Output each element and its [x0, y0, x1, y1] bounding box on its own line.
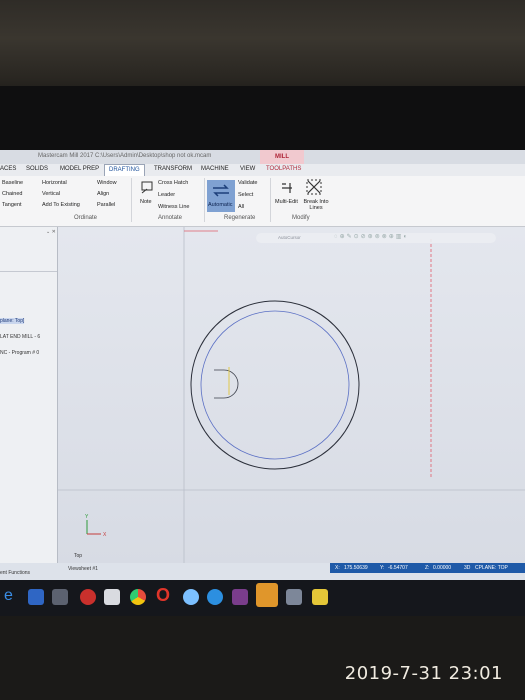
- chained-button[interactable]: Chained: [2, 191, 23, 197]
- tab-solids[interactable]: SOLIDS: [26, 166, 48, 172]
- tab-model-prep[interactable]: MODEL PREP: [60, 166, 99, 172]
- title-bar: Mastercam Mill 2017 C:\Users\Admin\Deskt…: [0, 150, 525, 164]
- add-to-existing-button[interactable]: Add To Existing: [42, 202, 80, 208]
- monitor-bezel: [0, 86, 525, 150]
- edge-icon[interactable]: e: [4, 587, 13, 605]
- leader-button[interactable]: Leader: [158, 192, 175, 198]
- drawing-canvas: Y X: [58, 227, 525, 565]
- store-icon[interactable]: [52, 589, 68, 605]
- toolpath-manager-panel: ⌄ ✕ plane: Top] LAT END MILL - 6 NC - Pr…: [0, 227, 58, 565]
- group-modify-label: Modify: [292, 215, 310, 221]
- tab-toolpaths[interactable]: TOOLPATHS: [266, 166, 301, 172]
- note-button[interactable]: Note: [140, 199, 152, 205]
- y-value: -6.54707: [388, 565, 408, 571]
- group-annotate-label: Annotate: [158, 215, 183, 221]
- note-icon: [141, 181, 153, 194]
- autocursor-toolbar[interactable]: AutoCursor ◌⊕✎⊙⊘⊛⊚⊗⊕▥◐: [256, 233, 496, 243]
- mastercam-taskbar-icon[interactable]: [256, 583, 278, 607]
- x-axis-label: X: [103, 532, 107, 538]
- windows-taskbar: e O: [0, 580, 525, 616]
- ribbon-tabs: ACES SOLIDS MODEL PREP DRAFTING TRANSFOR…: [0, 164, 525, 179]
- autocursor-label: AutoCursor: [278, 235, 301, 240]
- group-separator: [131, 178, 132, 222]
- cplane-indicator[interactable]: CPLANE: TOP: [475, 565, 508, 571]
- coordinate-readout: X: 175.50639 Y: -6.54707 Z: 0.00000 3D C…: [330, 563, 525, 573]
- window-button[interactable]: Window: [97, 180, 117, 186]
- slot-profile: [214, 369, 239, 399]
- horizontal-button[interactable]: Horizontal: [42, 180, 67, 186]
- group-separator: [270, 178, 271, 222]
- tab-view[interactable]: VIEW: [240, 166, 255, 172]
- multi-edit-icon: [282, 183, 292, 193]
- tangent-button[interactable]: Tangent: [2, 202, 22, 208]
- x-value: 175.50639: [344, 565, 368, 571]
- automatic-icon: [213, 184, 229, 197]
- ribbon-drafting: Baseline Chained Tangent Horizontal Vert…: [0, 176, 525, 227]
- baseline-button[interactable]: Baseline: [2, 180, 23, 186]
- outer-circle: [190, 300, 360, 470]
- photo-timestamp: 2019-7-31 23:01: [344, 663, 503, 684]
- panel-pin-icon[interactable]: ⌄ ✕: [46, 229, 56, 235]
- break-into-lines-icon: [306, 179, 322, 195]
- automatic-button[interactable]: Automatic: [207, 180, 235, 212]
- tree-item-plane[interactable]: plane: Top]: [0, 318, 25, 324]
- messenger-icon[interactable]: [183, 589, 199, 605]
- app-icon-yellow[interactable]: [312, 589, 328, 605]
- monitor-screen: Mastercam Mill 2017 C:\Users\Admin\Deskt…: [0, 150, 525, 580]
- witness-line-button[interactable]: Witness Line: [158, 204, 190, 210]
- teamviewer-icon[interactable]: [207, 589, 223, 605]
- panel-divider: [0, 271, 57, 272]
- align-button[interactable]: Align: [97, 191, 109, 197]
- z-value: 0.00000: [433, 565, 452, 571]
- context-tab-mill[interactable]: MILL: [260, 150, 304, 164]
- opera-icon[interactable]: O: [156, 585, 170, 606]
- tab-transform[interactable]: TRANSFORM: [154, 166, 192, 172]
- selection-icons[interactable]: ◌⊕✎⊙⊘⊛⊚⊗⊕▥◐: [334, 233, 409, 240]
- mail-icon[interactable]: [28, 589, 44, 605]
- cross-hatch-button[interactable]: Cross Hatch: [158, 180, 188, 186]
- app-icon-red[interactable]: [80, 589, 96, 605]
- select-button[interactable]: Select: [238, 192, 253, 198]
- app-icon-purple[interactable]: [232, 589, 248, 605]
- tab-surfaces[interactable]: ACES: [0, 166, 16, 172]
- y-axis-label: Y: [85, 514, 89, 520]
- group-separator: [204, 178, 205, 222]
- x-label: X:: [335, 565, 340, 571]
- multi-edit-button[interactable]: Multi-Edit: [275, 199, 298, 205]
- group-ordinate-label: Ordinate: [74, 215, 98, 221]
- tab-machine[interactable]: MACHINE: [201, 166, 229, 172]
- chrome-icon[interactable]: [130, 589, 146, 605]
- vertical-button[interactable]: Vertical: [42, 191, 60, 197]
- tree-item-tool[interactable]: LAT END MILL - 6: [0, 334, 40, 340]
- break-into-lines-button[interactable]: Break Into Lines: [302, 199, 330, 211]
- app-icon-white[interactable]: [104, 589, 120, 605]
- automatic-label: Automatic: [208, 202, 233, 208]
- mode-indicator[interactable]: 3D: [464, 565, 470, 571]
- status-left-text: ent Functions: [0, 570, 31, 576]
- inner-circle: [200, 310, 350, 460]
- tree-item-program[interactable]: NC - Program # 0: [0, 350, 39, 356]
- validate-button[interactable]: Validate: [238, 180, 257, 186]
- y-label: Y:: [380, 565, 385, 571]
- all-button[interactable]: All: [238, 204, 244, 210]
- viewsheet-tab[interactable]: Viewsheet #1: [68, 566, 98, 572]
- group-regenerate-label: Regenerate: [224, 215, 256, 221]
- window-title: Mastercam Mill 2017 C:\Users\Admin\Deskt…: [38, 153, 212, 159]
- view-label: Top: [74, 553, 83, 559]
- parallel-button[interactable]: Parallel: [97, 202, 115, 208]
- z-label: Z:: [425, 565, 430, 571]
- graphics-viewport[interactable]: Y X AutoCursor ◌⊕✎⊙⊘⊛⊚⊗⊕▥◐ Top: [58, 227, 525, 565]
- app-icon-gray[interactable]: [286, 589, 302, 605]
